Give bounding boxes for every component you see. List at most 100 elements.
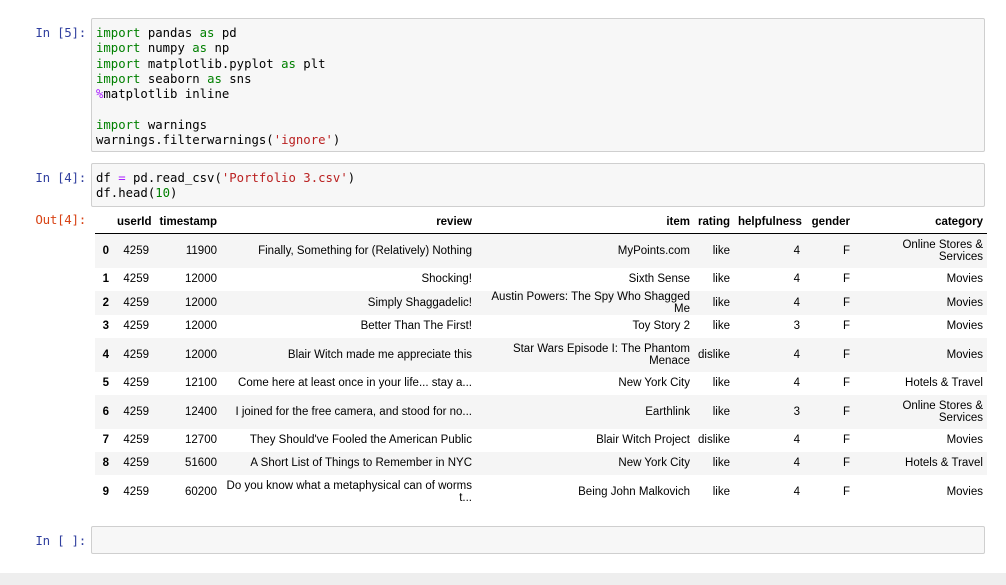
table-row: 4 4259 12000 Blair Witch made me appreciate… — [95, 337, 987, 372]
code-token: pd — [214, 26, 237, 40]
table-row: 8 4259 51600 A Short List of Things to Reme… — [95, 451, 987, 475]
code-line: import seaborn as sns — [96, 72, 980, 87]
column-header: helpfulness — [734, 210, 804, 234]
table-cell: 3 — [793, 320, 800, 332]
table-cell: F — [842, 434, 850, 446]
row-index: 0 — [102, 244, 109, 257]
code-cell-read-csv[interactable]: df = pd.read_csv('Portfolio 3.csv') df.he… — [91, 163, 985, 207]
table-cell: 12100 — [185, 377, 217, 389]
row-index: 8 — [102, 457, 109, 469]
table-cell: Come here at least once in your life... … — [238, 377, 472, 389]
column-header: category — [854, 210, 987, 234]
table-cell: Blair Witch made me appreciate this — [287, 348, 472, 361]
table-cell: 4259 — [123, 377, 149, 389]
table-cell: Movies — [946, 296, 983, 309]
table-row: 9 4259 60200 Do you know what a metaphysica… — [95, 475, 987, 509]
code-token: 'Portfolio 3.csv' — [221, 171, 348, 185]
code-token: warnings.filterwarnings( — [96, 133, 274, 148]
table-cell: 12000 — [185, 296, 217, 309]
code-cell-imports[interactable]: import pandas as pd import numpy as np imp… — [91, 18, 985, 152]
column-header: timestamp — [153, 210, 221, 234]
code-token: import — [96, 71, 141, 86]
table-cell: Simply Shaggadelic! — [367, 296, 472, 309]
table-cell: F — [842, 377, 850, 389]
code-token: sns — [221, 71, 252, 86]
code-token: ) — [347, 171, 356, 185]
table-cell: 4259 — [123, 485, 149, 498]
table-cell: 4 — [793, 244, 800, 257]
code-line: import warnings — [96, 118, 980, 133]
table-cell: dislike — [698, 348, 730, 361]
table-cell: like — [712, 405, 730, 418]
code-token: seaborn — [140, 71, 208, 86]
cell-prompt-in-empty: In [ ]: — [35, 533, 86, 548]
table-cell: Movies — [946, 348, 983, 361]
column-header: rating — [694, 210, 734, 234]
code-line: df = pd.read_csv('Portfolio 3.csv') — [96, 171, 980, 186]
table-cell: Do you know what a metaphysical can of w… — [226, 479, 472, 504]
table-cell: Toy Story 2 — [632, 320, 690, 332]
table-cell: like — [712, 244, 730, 257]
table-row: 3 4259 12000 Better Than The First! Toy Stor… — [95, 315, 987, 338]
table-cell: 3 — [793, 405, 800, 418]
table-cell: like — [712, 377, 730, 389]
table-cell: New York City — [618, 457, 690, 469]
row-index: 1 — [102, 273, 109, 285]
code-token: numpy — [140, 41, 193, 56]
table-cell: I joined for the free camera, and stood … — [235, 405, 472, 418]
table-cell: like — [712, 320, 730, 332]
code-token: as — [199, 26, 215, 40]
table-cell: dislike — [698, 434, 730, 446]
table-cell: They Should've Fooled the American Publi… — [249, 434, 472, 446]
table-cell: 4259 — [123, 320, 149, 332]
table-cell: Hotels & Travel — [905, 457, 983, 469]
table-cell: F — [842, 405, 850, 418]
code-line: import numpy as np — [96, 41, 980, 56]
table-cell: 4 — [793, 296, 800, 309]
row-index: 2 — [102, 296, 109, 309]
code-token: 10 — [155, 186, 171, 201]
table-cell: Movies — [946, 434, 983, 446]
code-token: import — [96, 26, 141, 40]
table-cell: Hotels & Travel — [905, 377, 983, 389]
table-row: 7 4259 12700 They Should've Fooled the Amer… — [95, 429, 987, 452]
row-index: 3 — [102, 320, 109, 332]
table-cell: 4 — [793, 434, 800, 446]
table-cell: MyPoints.com — [617, 244, 690, 257]
table-cell: Online Stores & Services — [902, 399, 983, 424]
horizontal-scrollbar[interactable] — [0, 573, 1006, 585]
table-cell: 4 — [793, 377, 800, 389]
table-cell: 4 — [793, 485, 800, 498]
table-cell: like — [712, 296, 730, 309]
row-index: 6 — [102, 405, 109, 418]
table-cell: like — [712, 485, 730, 498]
code-token: ) — [332, 133, 341, 148]
table-cell: F — [842, 296, 850, 309]
table-cell: Movies — [946, 273, 983, 285]
code-cell-empty[interactable] — [91, 526, 985, 554]
table-cell: 4259 — [123, 405, 149, 418]
code-token: warnings — [140, 117, 208, 132]
table-header-row: userId timestamp review item rating helpfulne… — [95, 210, 987, 234]
table-cell: Sixth Sense — [628, 273, 690, 285]
code-token: np — [207, 41, 230, 56]
code-token: pandas — [140, 26, 200, 40]
table-cell: A Short List of Things to Remember in NY… — [250, 457, 472, 469]
column-header: userId — [113, 210, 153, 234]
table-cell: 4259 — [123, 296, 149, 309]
code-token: plt — [295, 56, 326, 71]
table-cell: 12400 — [185, 405, 217, 418]
code-token: = — [118, 171, 126, 185]
row-index: 7 — [102, 434, 109, 446]
table-cell: like — [712, 273, 730, 285]
code-token: as — [207, 71, 222, 86]
table-cell: 51600 — [185, 457, 217, 469]
table-cell: 11900 — [185, 244, 217, 257]
column-header: item — [476, 210, 694, 234]
code-token: matplotlib.pyplot — [140, 56, 282, 71]
table-cell: 4259 — [123, 434, 149, 446]
table-cell: Earthlink — [645, 405, 690, 418]
code-token: import — [96, 56, 141, 71]
dataframe-output: userId timestamp review item rating helpfulne… — [95, 210, 987, 509]
code-token: df.head( — [96, 186, 156, 201]
